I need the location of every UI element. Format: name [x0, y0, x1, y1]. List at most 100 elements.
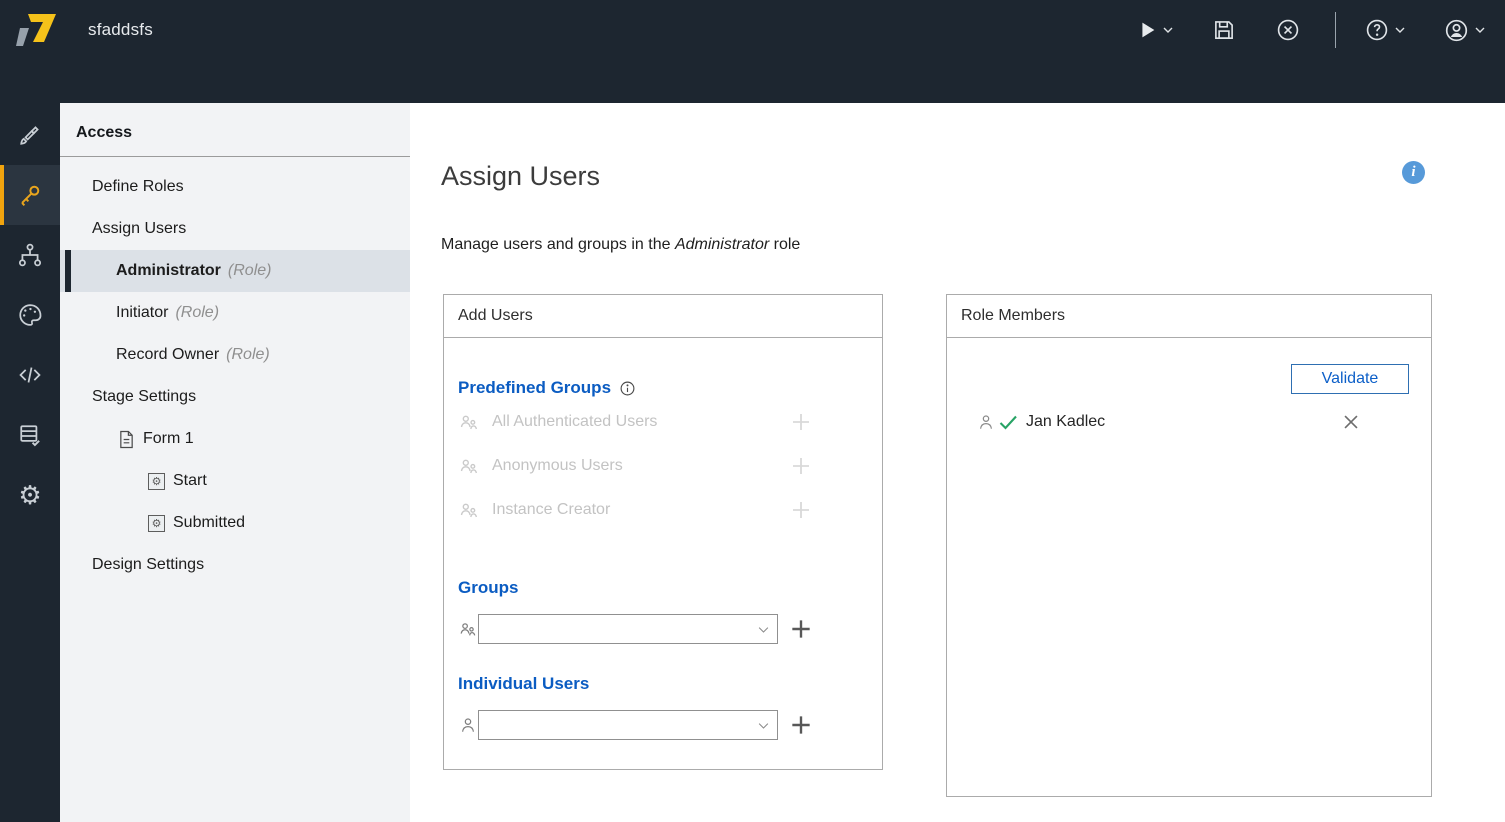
icon-rail: ⚙ — [0, 103, 60, 822]
chevron-down-icon[interactable] — [756, 718, 771, 738]
plus-icon — [792, 716, 810, 734]
remove-member-button[interactable] — [1337, 408, 1365, 436]
chevron-down-icon — [1475, 27, 1485, 33]
validate-button[interactable]: Validate — [1291, 364, 1409, 394]
close-circle-icon — [1277, 19, 1299, 41]
member-name: Jan Kadlec — [1026, 413, 1106, 430]
group-icon — [460, 503, 478, 518]
nav-item-stage-settings[interactable]: Stage Settings — [60, 376, 410, 418]
nav-item-define-roles[interactable]: Define Roles — [60, 166, 410, 208]
add-users-panel: Add Users Predefined Groups All Authenti… — [443, 294, 883, 770]
predefined-group-row: All Authenticated Users — [458, 400, 882, 444]
group-icon — [460, 623, 476, 636]
save-icon — [1215, 21, 1233, 39]
key-icon — [21, 185, 40, 206]
rail-item-design[interactable] — [0, 105, 60, 165]
account-icon — [1445, 19, 1468, 41]
page-info-button[interactable]: i — [1402, 161, 1425, 184]
palette-icon — [19, 304, 42, 326]
forms-list-icon — [20, 425, 40, 447]
header-toolbar — [1132, 12, 1489, 48]
nav-list: Define Roles Assign Users Administrator … — [60, 157, 410, 586]
access-nav-panel: Access Define Roles Assign Users Adminis… — [60, 103, 410, 822]
rail-active-indicator — [0, 165, 4, 225]
add-group-button-disabled[interactable] — [789, 454, 813, 478]
info-icon: i — [1411, 164, 1416, 180]
add-group-button-disabled[interactable] — [789, 410, 813, 434]
groups-combobox[interactable] — [478, 614, 778, 644]
add-users-panel-title: Add Users — [444, 295, 882, 338]
x-icon — [1344, 415, 1358, 429]
org-chart-icon — [18, 243, 42, 267]
rail-item-settings[interactable]: ⚙ — [0, 465, 60, 525]
nav-item-design-settings[interactable]: Design Settings — [60, 544, 410, 586]
toolbar-divider — [1335, 12, 1336, 48]
rail-item-forms[interactable] — [0, 405, 60, 465]
group-icon — [460, 415, 478, 430]
logo-gray-shape — [16, 28, 29, 46]
nav-item-assign-users[interactable]: Assign Users — [60, 208, 410, 250]
nav-item-administrator-role[interactable]: Administrator (Role) — [60, 250, 410, 292]
person-icon — [461, 718, 475, 732]
role-member-row: Jan Kadlec — [976, 400, 1105, 444]
nav-item-form-1[interactable]: Form 1 — [60, 418, 410, 460]
predefined-group-label: Anonymous Users — [492, 457, 623, 474]
groups-picker-row — [458, 607, 814, 651]
role-suffix: (Role) — [226, 346, 270, 363]
person-icon — [979, 415, 993, 429]
settings-gear-icon: ⚙ — [18, 480, 42, 510]
rail-item-workflow[interactable] — [0, 225, 60, 285]
form-page-icon — [118, 430, 135, 449]
check-icon — [999, 415, 1017, 430]
chevron-down-icon — [1163, 27, 1173, 33]
groups-combobox-input[interactable] — [479, 615, 749, 643]
nav-item-start[interactable]: ⚙ Start — [60, 460, 410, 502]
group-icon — [460, 459, 478, 474]
stage-gear-icon: ⚙ — [148, 514, 165, 532]
app-logo — [16, 11, 64, 49]
info-outline-icon[interactable] — [619, 380, 636, 397]
main-content: Assign Users i Manage users and groups i… — [410, 103, 1505, 822]
add-selected-group-button[interactable] — [788, 616, 814, 642]
run-button[interactable] — [1132, 15, 1177, 45]
page-title: Assign Users — [441, 161, 601, 191]
add-selected-user-button[interactable] — [788, 712, 814, 738]
plus-icon — [793, 458, 809, 474]
nav-panel-title: Access — [76, 124, 133, 141]
rail-item-access[interactable] — [0, 165, 60, 225]
add-group-button-disabled[interactable] — [789, 498, 813, 522]
chevron-down-icon[interactable] — [756, 622, 771, 642]
save-button[interactable] — [1207, 13, 1241, 47]
nav-item-initiator-role[interactable]: Initiator (Role) — [60, 292, 410, 334]
predefined-group-label: All Authenticated Users — [492, 413, 658, 430]
individual-users-combobox-input[interactable] — [479, 711, 749, 739]
brush-icon — [20, 126, 39, 145]
close-button[interactable] — [1271, 13, 1305, 47]
page-description: Manage users and groups in the Administr… — [441, 236, 801, 253]
role-suffix: (Role) — [175, 304, 220, 321]
nav-item-record-owner-role[interactable]: Record Owner (Role) — [60, 334, 410, 376]
individual-users-combobox[interactable] — [478, 710, 778, 740]
plus-icon — [793, 414, 809, 430]
individual-users-picker-row — [458, 703, 814, 747]
predefined-groups-heading: Predefined Groups — [458, 378, 636, 398]
help-button[interactable] — [1360, 13, 1409, 47]
role-suffix: (Role) — [227, 262, 272, 279]
code-icon — [19, 367, 41, 383]
account-button[interactable] — [1439, 13, 1489, 48]
chevron-down-icon — [1395, 27, 1405, 33]
plus-icon — [793, 502, 809, 518]
predefined-group-label: Instance Creator — [492, 501, 611, 518]
help-icon — [1366, 19, 1388, 41]
nav-item-submitted[interactable]: ⚙ Submitted — [60, 502, 410, 544]
predefined-group-row: Instance Creator — [458, 488, 882, 532]
workflow-title: sfaddsfs — [88, 20, 153, 39]
rail-item-code[interactable] — [0, 345, 60, 405]
plus-icon — [792, 620, 810, 638]
logo-yellow-shape — [28, 14, 56, 42]
predefined-group-row: Anonymous Users — [458, 444, 882, 488]
role-members-panel: Role Members Validate Jan Kadlec — [946, 294, 1432, 797]
nav-selected-indicator — [65, 250, 71, 292]
rail-item-theme[interactable] — [0, 285, 60, 345]
groups-heading: Groups — [458, 578, 519, 597]
